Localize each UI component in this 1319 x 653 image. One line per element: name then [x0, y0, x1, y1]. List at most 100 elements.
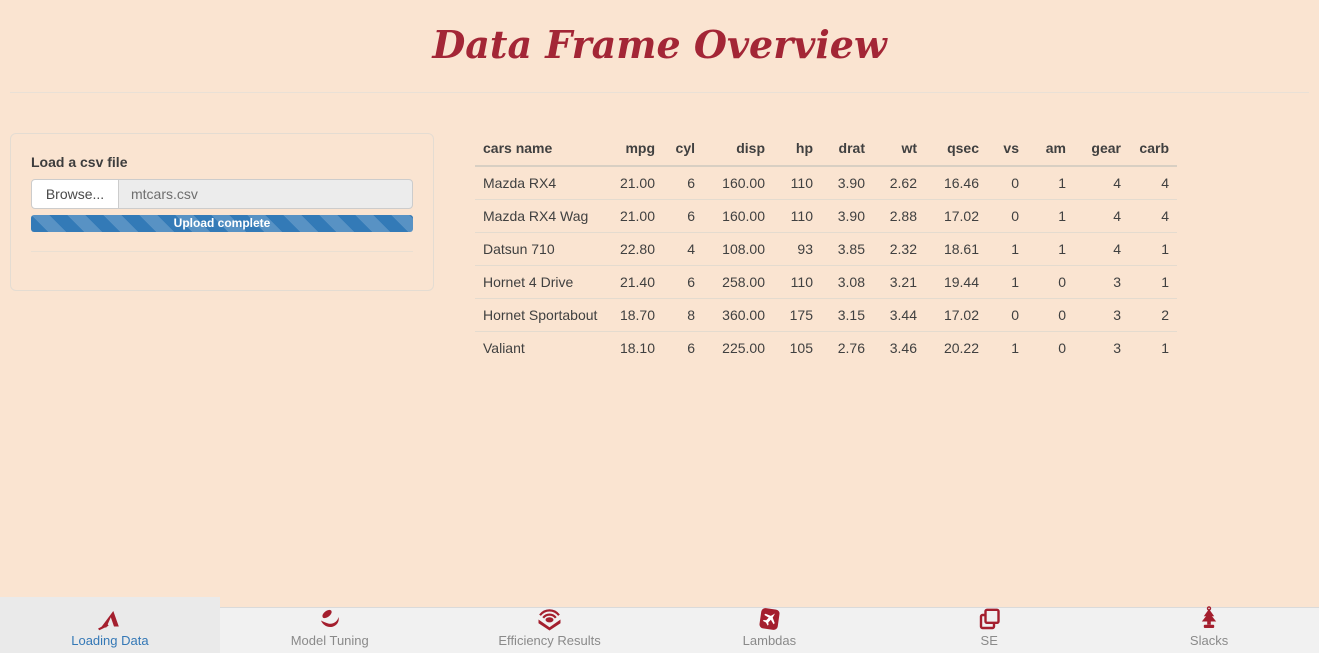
value-cell: 6	[663, 266, 703, 299]
value-cell: 225.00	[703, 332, 773, 365]
column-header: hp	[773, 135, 821, 166]
value-cell: 0	[987, 200, 1027, 233]
tab-label: Slacks	[1190, 633, 1228, 648]
value-cell: 110	[773, 266, 821, 299]
table-row: Datsun 71022.804108.00933.852.3218.61114…	[475, 233, 1177, 266]
value-cell: 0	[1027, 299, 1074, 332]
value-cell: 18.10	[605, 332, 663, 365]
tab-label: SE	[981, 633, 998, 648]
row-name-cell: Datsun 710	[475, 233, 605, 266]
value-cell: 21.40	[605, 266, 663, 299]
file-input-group: Browse...	[31, 179, 413, 209]
table-row: Valiant18.106225.001052.763.4620.221031	[475, 332, 1177, 365]
value-cell: 2.32	[873, 233, 925, 266]
value-cell: 1	[987, 233, 1027, 266]
row-name-cell: Valiant	[475, 332, 605, 365]
value-cell: 1	[1129, 233, 1177, 266]
value-cell: 18.61	[925, 233, 987, 266]
value-cell: 4	[663, 233, 703, 266]
value-cell: 3	[1074, 299, 1129, 332]
table-row: Hornet 4 Drive21.406258.001103.083.2119.…	[475, 266, 1177, 299]
column-header: drat	[821, 135, 873, 166]
value-cell: 6	[663, 200, 703, 233]
value-cell: 4	[1074, 233, 1129, 266]
value-cell: 6	[663, 166, 703, 200]
value-cell: 16.46	[925, 166, 987, 200]
value-cell: 3.15	[821, 299, 873, 332]
table-row: Mazda RX4 Wag21.006160.001103.902.8817.0…	[475, 200, 1177, 233]
value-cell: 4	[1074, 166, 1129, 200]
table-row: Hornet Sportabout18.708360.001753.153.44…	[475, 299, 1177, 332]
value-cell: 4	[1074, 200, 1129, 233]
swoosh-icon	[318, 605, 342, 631]
value-cell: 8	[663, 299, 703, 332]
row-name-cell: Hornet Sportabout	[475, 299, 605, 332]
sound-waves-icon	[536, 605, 563, 631]
tab-efficiency-results[interactable]: Efficiency Results	[440, 597, 660, 653]
value-cell: 0	[987, 299, 1027, 332]
tab-model-tuning[interactable]: Model Tuning	[220, 597, 440, 653]
value-cell: 110	[773, 166, 821, 200]
data-frame-table-container: cars namempgcyldisphpdratwtqsecvsamgearc…	[475, 135, 1177, 364]
value-cell: 0	[1027, 332, 1074, 365]
data-frame-table: cars namempgcyldisphpdratwtqsecvsamgearc…	[475, 135, 1177, 364]
tab-loading-data[interactable]: Loading Data	[0, 597, 220, 653]
value-cell: 19.44	[925, 266, 987, 299]
clone-squares-icon	[977, 605, 1001, 631]
value-cell: 3.90	[821, 200, 873, 233]
value-cell: 17.02	[925, 299, 987, 332]
value-cell: 3.08	[821, 266, 873, 299]
value-cell: 17.02	[925, 200, 987, 233]
value-cell: 1	[1129, 266, 1177, 299]
app-page: Data Frame Overview Load a csv file Brow…	[0, 0, 1319, 653]
value-cell: 160.00	[703, 166, 773, 200]
header-divider	[10, 92, 1309, 93]
value-cell: 1	[1027, 233, 1074, 266]
file-upload-panel: Load a csv file Browse... Upload complet…	[10, 133, 434, 291]
row-name-cell: Hornet 4 Drive	[475, 266, 605, 299]
tab-label: Efficiency Results	[498, 633, 600, 648]
table-body: Mazda RX421.006160.001103.902.6216.46014…	[475, 166, 1177, 364]
value-cell: 21.00	[605, 200, 663, 233]
value-cell: 1	[1129, 332, 1177, 365]
upload-progress-bar: Upload complete	[31, 215, 413, 232]
column-header: qsec	[925, 135, 987, 166]
value-cell: 258.00	[703, 266, 773, 299]
value-cell: 3.46	[873, 332, 925, 365]
file-name-field[interactable]	[118, 179, 413, 209]
browse-button[interactable]: Browse...	[31, 179, 119, 209]
tab-se[interactable]: SE	[879, 597, 1099, 653]
value-cell: 0	[987, 166, 1027, 200]
value-cell: 4	[1129, 200, 1177, 233]
value-cell: 6	[663, 332, 703, 365]
avianex-plane-icon	[757, 605, 782, 631]
value-cell: 175	[773, 299, 821, 332]
value-cell: 2.62	[873, 166, 925, 200]
column-header: vs	[987, 135, 1027, 166]
value-cell: 1	[1027, 166, 1074, 200]
bottom-navbar: Loading Data Model Tuning	[0, 597, 1319, 653]
column-header: carb	[1129, 135, 1177, 166]
value-cell: 20.22	[925, 332, 987, 365]
tab-slacks[interactable]: Slacks	[1099, 597, 1319, 653]
column-header: wt	[873, 135, 925, 166]
value-cell: 160.00	[703, 200, 773, 233]
value-cell: 3	[1074, 266, 1129, 299]
tab-label: Model Tuning	[291, 633, 369, 648]
column-header: disp	[703, 135, 773, 166]
table-header-row: cars namempgcyldisphpdratwtqsecvsamgearc…	[475, 135, 1177, 166]
value-cell: 22.80	[605, 233, 663, 266]
value-cell: 18.70	[605, 299, 663, 332]
value-cell: 21.00	[605, 166, 663, 200]
tab-lambdas[interactable]: Lambdas	[659, 597, 879, 653]
value-cell: 2	[1129, 299, 1177, 332]
table-row: Mazda RX421.006160.001103.902.6216.46014…	[475, 166, 1177, 200]
paper-plane-icon	[96, 605, 123, 631]
column-header: cars name	[475, 135, 605, 166]
value-cell: 1	[1027, 200, 1074, 233]
value-cell: 2.76	[821, 332, 873, 365]
value-cell: 4	[1129, 166, 1177, 200]
tab-label: Loading Data	[71, 633, 148, 648]
page-title: Data Frame Overview	[0, 22, 1319, 67]
file-input-label: Load a csv file	[31, 154, 413, 170]
